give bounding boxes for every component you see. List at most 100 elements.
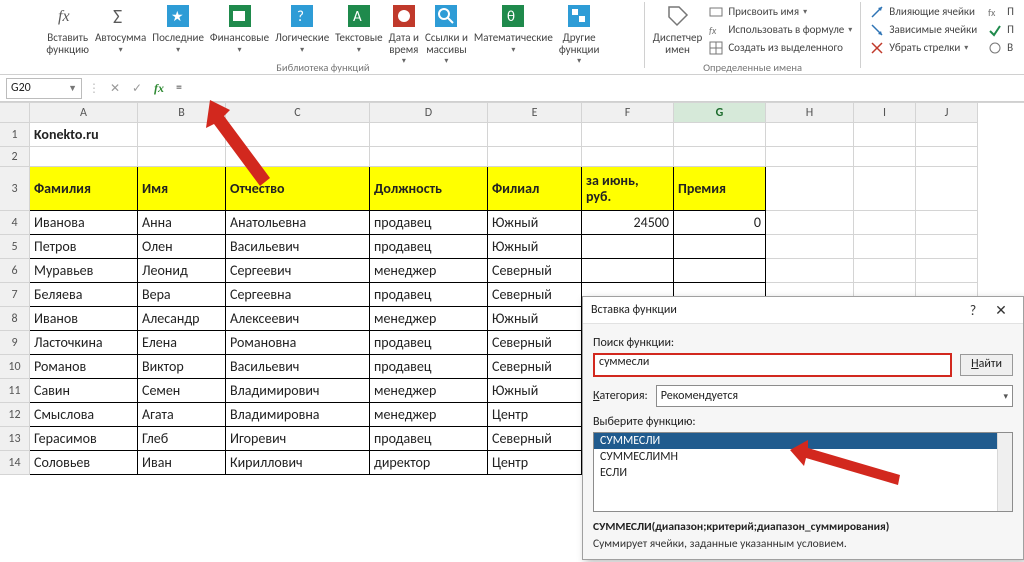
logical-button[interactable]: ? Логические — [275, 2, 329, 54]
cell-I5[interactable] — [854, 235, 916, 259]
cell-G1[interactable] — [674, 123, 766, 147]
cell-D7[interactable]: продавец — [370, 283, 488, 307]
aux3-button[interactable]: В — [987, 40, 1014, 56]
select-all[interactable] — [0, 103, 30, 123]
name-box[interactable]: G20 ▼ — [6, 78, 82, 99]
trace-precedents-button[interactable]: Влияющие ячейки — [869, 4, 977, 20]
cell-C9[interactable]: Романовна — [226, 331, 370, 355]
cell-B3[interactable]: Имя — [138, 167, 226, 211]
cell-E13[interactable]: Северный — [488, 427, 582, 451]
col-header-C[interactable]: C — [226, 103, 370, 123]
cell-C10[interactable]: Васильевич — [226, 355, 370, 379]
cell-A2[interactable] — [30, 147, 138, 167]
cell-D6[interactable]: менеджер — [370, 259, 488, 283]
cell-D2[interactable] — [370, 147, 488, 167]
cell-C14[interactable]: Кириллович — [226, 451, 370, 475]
cell-B2[interactable] — [138, 147, 226, 167]
cell-C8[interactable]: Алексеевич — [226, 307, 370, 331]
cell-A12[interactable]: Смыслова — [30, 403, 138, 427]
row-header-5[interactable]: 5 — [0, 235, 30, 259]
cell-E6[interactable]: Северный — [488, 259, 582, 283]
cell-J5[interactable] — [916, 235, 978, 259]
cell-B4[interactable]: Анна — [138, 211, 226, 235]
col-header-H[interactable]: H — [766, 103, 854, 123]
aux1-button[interactable]: fxП — [987, 4, 1014, 20]
cell-H1[interactable] — [766, 123, 854, 147]
row-header-4[interactable]: 4 — [0, 211, 30, 235]
cell-G2[interactable] — [674, 147, 766, 167]
use-in-formula-button[interactable]: fx Использовать в формуле — [708, 22, 852, 38]
remove-arrows-button[interactable]: Убрать стрелки — [869, 40, 977, 56]
lookup-button[interactable]: Ссылки и массивы — [425, 2, 468, 65]
cell-D11[interactable]: менеджер — [370, 379, 488, 403]
cell-B5[interactable]: Олен — [138, 235, 226, 259]
function-list-item[interactable]: СУММЕСЛИ — [594, 433, 1012, 449]
cell-C1[interactable] — [226, 123, 370, 147]
more-fn-button[interactable]: Другие функции — [559, 2, 600, 65]
cell-F2[interactable] — [582, 147, 674, 167]
recent-button[interactable]: ★ Последние — [152, 2, 204, 54]
cell-A5[interactable]: Петров — [30, 235, 138, 259]
row-header-13[interactable]: 13 — [0, 427, 30, 451]
cell-F1[interactable] — [582, 123, 674, 147]
cell-J2[interactable] — [916, 147, 978, 167]
cell-E1[interactable] — [488, 123, 582, 147]
cell-G4[interactable]: 0 — [674, 211, 766, 235]
find-button[interactable]: Найти — [960, 354, 1013, 376]
col-header-B[interactable]: B — [138, 103, 226, 123]
cell-H2[interactable] — [766, 147, 854, 167]
cell-I4[interactable] — [854, 211, 916, 235]
define-name-button[interactable]: Присвоить имя — [708, 4, 852, 20]
row-header-14[interactable]: 14 — [0, 451, 30, 475]
cell-E4[interactable]: Южный — [488, 211, 582, 235]
row-header-3[interactable]: 3 — [0, 167, 30, 211]
cell-I3[interactable] — [854, 167, 916, 211]
row-header-6[interactable]: 6 — [0, 259, 30, 283]
cell-A14[interactable]: Соловьев — [30, 451, 138, 475]
cell-D9[interactable]: продавец — [370, 331, 488, 355]
row-header-7[interactable]: 7 — [0, 283, 30, 307]
enter-button[interactable]: ✓ — [126, 81, 148, 96]
cell-E2[interactable] — [488, 147, 582, 167]
create-from-sel-button[interactable]: Создать из выделенного — [708, 40, 852, 56]
trace-dependents-button[interactable]: Зависимые ячейки — [869, 22, 977, 38]
cell-F3[interactable]: за июнь, руб. — [582, 167, 674, 211]
cell-B14[interactable]: Иван — [138, 451, 226, 475]
cell-A9[interactable]: Ласточкина — [30, 331, 138, 355]
cell-A7[interactable]: Беляева — [30, 283, 138, 307]
row-header-12[interactable]: 12 — [0, 403, 30, 427]
cancel-button[interactable]: ✕ — [104, 81, 126, 96]
col-header-E[interactable]: E — [488, 103, 582, 123]
cell-C6[interactable]: Сергеевич — [226, 259, 370, 283]
category-select[interactable]: Рекомендуется — [656, 385, 1013, 407]
cell-B9[interactable]: Елена — [138, 331, 226, 355]
cell-C7[interactable]: Сергеевна — [226, 283, 370, 307]
cell-E9[interactable]: Северный — [488, 331, 582, 355]
cell-I1[interactable] — [854, 123, 916, 147]
cell-J6[interactable] — [916, 259, 978, 283]
cell-D8[interactable]: менеджер — [370, 307, 488, 331]
cell-A1[interactable]: Konekto.ru — [30, 123, 138, 147]
cell-J1[interactable] — [916, 123, 978, 147]
cell-A13[interactable]: Герасимов — [30, 427, 138, 451]
cell-E7[interactable]: Северный — [488, 283, 582, 307]
cell-A8[interactable]: Иванов — [30, 307, 138, 331]
cell-G6[interactable] — [674, 259, 766, 283]
row-header-8[interactable]: 8 — [0, 307, 30, 331]
row-header-10[interactable]: 10 — [0, 355, 30, 379]
cell-F5[interactable] — [582, 235, 674, 259]
col-header-J[interactable]: J — [916, 103, 978, 123]
cell-D14[interactable]: директор — [370, 451, 488, 475]
cell-A11[interactable]: Савин — [30, 379, 138, 403]
cell-J4[interactable] — [916, 211, 978, 235]
cell-H4[interactable] — [766, 211, 854, 235]
cell-G3[interactable]: Премия — [674, 167, 766, 211]
cell-H6[interactable] — [766, 259, 854, 283]
cell-B1[interactable] — [138, 123, 226, 147]
cell-I6[interactable] — [854, 259, 916, 283]
cell-I2[interactable] — [854, 147, 916, 167]
cell-B13[interactable]: Глеб — [138, 427, 226, 451]
financial-button[interactable]: Финансовые — [210, 2, 269, 54]
cell-C13[interactable]: Игоревич — [226, 427, 370, 451]
row-header-2[interactable]: 2 — [0, 147, 30, 167]
